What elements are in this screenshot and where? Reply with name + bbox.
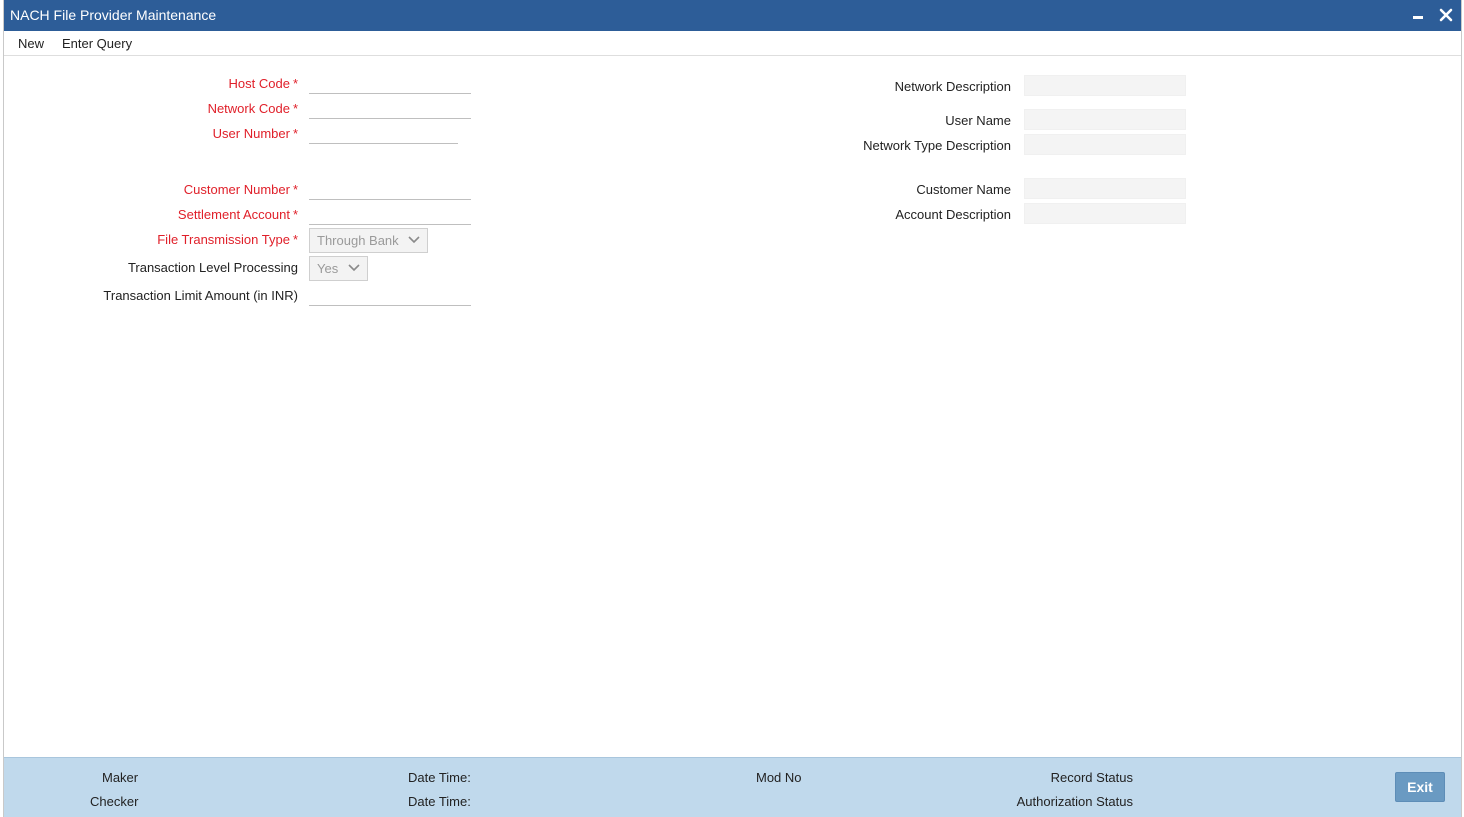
customer-name-field xyxy=(1024,178,1186,199)
main-window: NACH File Provider Maintenance New Enter… xyxy=(3,0,1462,817)
close-icon[interactable] xyxy=(1437,6,1455,24)
customer-number-label: Customer Number * xyxy=(183,182,298,197)
window-title: NACH File Provider Maintenance xyxy=(10,7,217,23)
transaction-level-processing-value: Yes xyxy=(317,261,339,276)
maker-label: Maker xyxy=(102,770,139,785)
chevron-down-icon xyxy=(348,264,360,272)
network-description-label: Network Description xyxy=(894,79,1011,94)
file-transmission-type-select[interactable]: Through Bank xyxy=(309,228,428,253)
exit-button[interactable]: Exit xyxy=(1395,772,1445,802)
customer-name-label: Customer Name xyxy=(916,182,1011,197)
network-code-label: Network Code * xyxy=(207,101,298,116)
file-transmission-type-value: Through Bank xyxy=(317,233,399,248)
chevron-down-icon xyxy=(408,236,420,244)
checker-date-time-label: Date Time: xyxy=(408,794,471,809)
user-number-label: User Number * xyxy=(212,126,298,141)
transaction-limit-amount-label: Transaction Limit Amount (in INR) xyxy=(103,288,298,303)
settlement-account-input[interactable] xyxy=(309,203,471,225)
record-status-label: Record Status xyxy=(1050,770,1133,785)
maker-date-time-label: Date Time: xyxy=(408,770,471,785)
user-number-input[interactable] xyxy=(309,122,458,144)
audit-footer: Maker Checker Date Time: Date Time: Mod … xyxy=(4,757,1461,817)
title-bar: NACH File Provider Maintenance xyxy=(4,0,1461,31)
user-name-label: User Name xyxy=(945,113,1011,128)
transaction-level-processing-label: Transaction Level Processing xyxy=(127,260,298,275)
network-description-field xyxy=(1024,75,1186,96)
host-code-label: Host Code * xyxy=(228,76,298,91)
user-name-field xyxy=(1024,109,1186,130)
menu-bar: New Enter Query xyxy=(4,31,1461,56)
network-type-description-field xyxy=(1024,134,1186,155)
transaction-limit-amount-input[interactable] xyxy=(309,284,471,306)
network-code-input[interactable] xyxy=(309,97,471,119)
new-menu-item[interactable]: New xyxy=(18,36,44,51)
account-description-label: Account Description xyxy=(895,207,1011,222)
transaction-level-processing-select[interactable]: Yes xyxy=(309,256,368,281)
minimize-icon[interactable] xyxy=(1409,6,1427,24)
host-code-input[interactable] xyxy=(309,72,471,94)
enter-query-menu-item[interactable]: Enter Query xyxy=(62,36,132,51)
customer-number-input[interactable] xyxy=(309,178,471,200)
file-transmission-type-label: File Transmission Type * xyxy=(157,232,298,247)
authorization-status-label: Authorization Status xyxy=(1016,794,1133,809)
checker-label: Checker xyxy=(90,794,139,809)
settlement-account-label: Settlement Account * xyxy=(177,207,298,222)
account-description-field xyxy=(1024,203,1186,224)
mod-no-label: Mod No xyxy=(756,770,802,785)
network-type-description-label: Network Type Description xyxy=(863,138,1011,153)
